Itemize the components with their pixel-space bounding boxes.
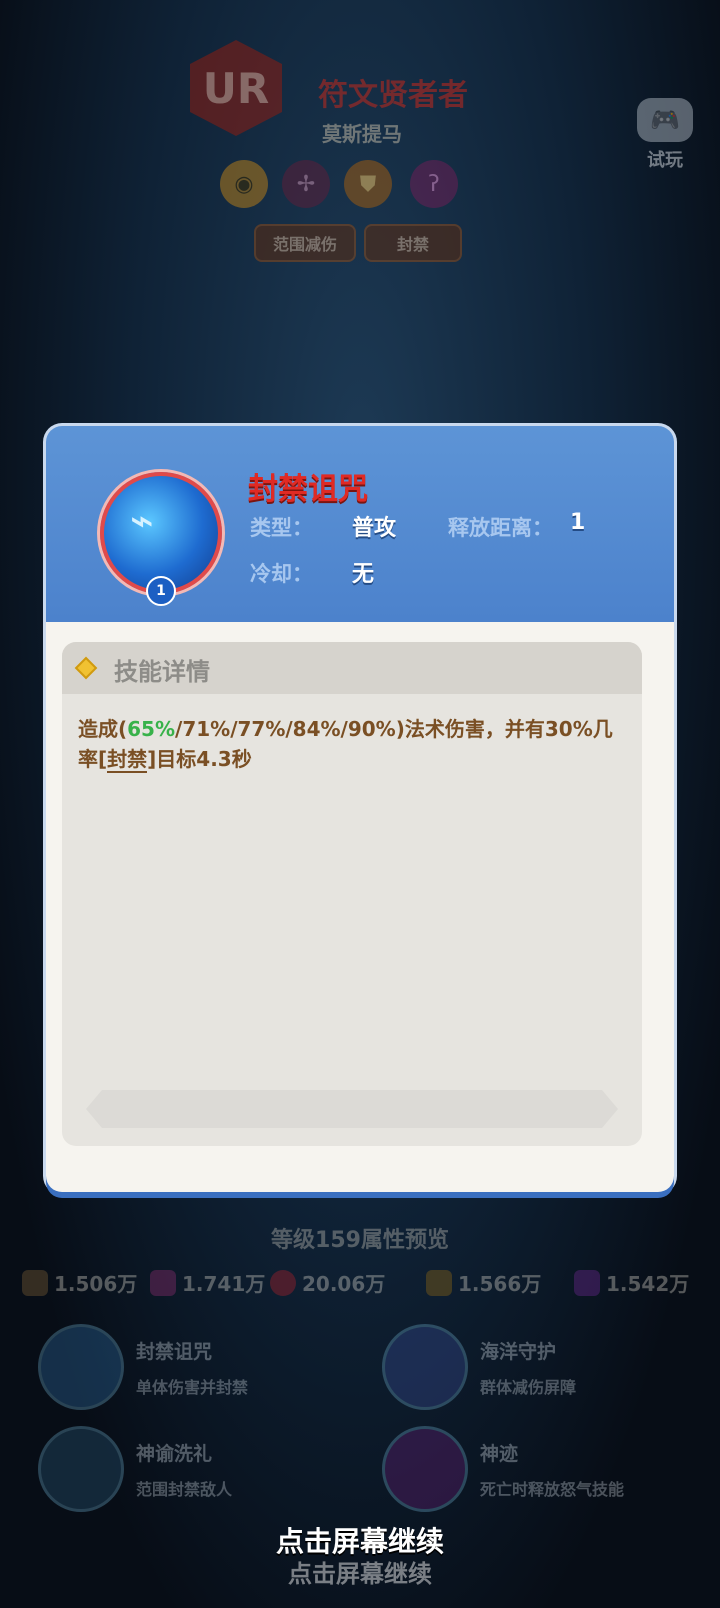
skill-icon <box>382 1324 468 1410</box>
try-label: 试玩 <box>647 150 683 171</box>
seal-keyword-link[interactable]: 封禁 <box>107 747 148 773</box>
skill-icon <box>382 1426 468 1512</box>
staff-icon: ✢ <box>282 160 330 208</box>
detail-header: 技能详情 <box>62 642 642 694</box>
current-value: 65% <box>127 717 176 741</box>
tag-seal: 封禁 <box>364 224 462 262</box>
level-preview-title: 等级159属性预览 <box>271 1228 449 1253</box>
skill-card[interactable]: 神谕洗礼 范围封禁敌人 <box>38 1426 232 1512</box>
tag-area-reduction: 范围减伤 <box>254 224 356 262</box>
type-value: 普攻 <box>352 516 397 541</box>
stat-magic: 1.741万 <box>150 1268 265 1297</box>
shield-icon <box>426 1269 452 1296</box>
skill-description: 造成(65%/71%/77%/84%/90%)法术伤害，并有30%几率[封禁]目… <box>78 717 613 773</box>
rune-icon: ʔ <box>410 160 458 208</box>
scroll-track[interactable] <box>86 1090 618 1128</box>
stat-resist: 1.542万 <box>574 1268 689 1297</box>
eye-icon: ◉ <box>220 160 268 208</box>
stat-hp: 20.06万 <box>270 1268 385 1297</box>
skill-icon <box>38 1324 124 1410</box>
rune-scroll-icon: ⌁ <box>130 498 155 544</box>
cloak-icon <box>574 1269 600 1296</box>
type-label: 类型： <box>250 516 313 540</box>
skill-card[interactable]: 神迹 死亡时释放怒气技能 <box>382 1426 624 1512</box>
gamepad-icon: 🎮 <box>637 98 693 142</box>
shield-icon: ⛊ <box>344 160 392 208</box>
rarity-badge: UR <box>190 40 282 136</box>
skill-icon <box>38 1426 124 1512</box>
try-button[interactable]: 🎮 试玩 <box>630 98 700 172</box>
skill-detail-modal[interactable]: ⌁ 1 封禁诅咒 类型： 普攻 释放距离： 1 冷却： 无 技能详情 造成(65… <box>46 426 674 1192</box>
hero-subtitle: 莫斯提马 <box>322 122 402 146</box>
skill-name: 封禁诅咒 <box>248 472 368 507</box>
hero-title: 符文贤者者 <box>318 78 468 113</box>
wand-icon <box>150 1269 176 1296</box>
heart-icon <box>270 1269 296 1296</box>
cooldown-label: 冷却： <box>250 562 313 586</box>
stat-attack: 1.506万 <box>22 1268 137 1297</box>
skill-level-badge: 1 <box>146 576 176 606</box>
detail-title: 技能详情 <box>114 658 210 686</box>
skill-card[interactable]: 海洋守护 群体减伤屏障 <box>382 1324 576 1410</box>
tap-to-continue-shadow: 点击屏幕继续 <box>288 1560 432 1588</box>
skill-detail-panel: 技能详情 造成(65%/71%/77%/84%/90%)法术伤害，并有30%几率… <box>62 642 642 1146</box>
sword-icon <box>22 1269 48 1296</box>
skill-card[interactable]: 封禁诅咒 单体伤害并封禁 <box>38 1324 248 1410</box>
range-label: 释放距离： <box>448 516 553 540</box>
stat-defense: 1.566万 <box>426 1268 541 1297</box>
modal-header: ⌁ 1 封禁诅咒 类型： 普攻 释放距离： 1 冷却： 无 <box>46 426 674 622</box>
range-value: 1 <box>570 510 586 535</box>
diamond-icon <box>74 656 98 680</box>
cooldown-value: 无 <box>352 562 375 587</box>
